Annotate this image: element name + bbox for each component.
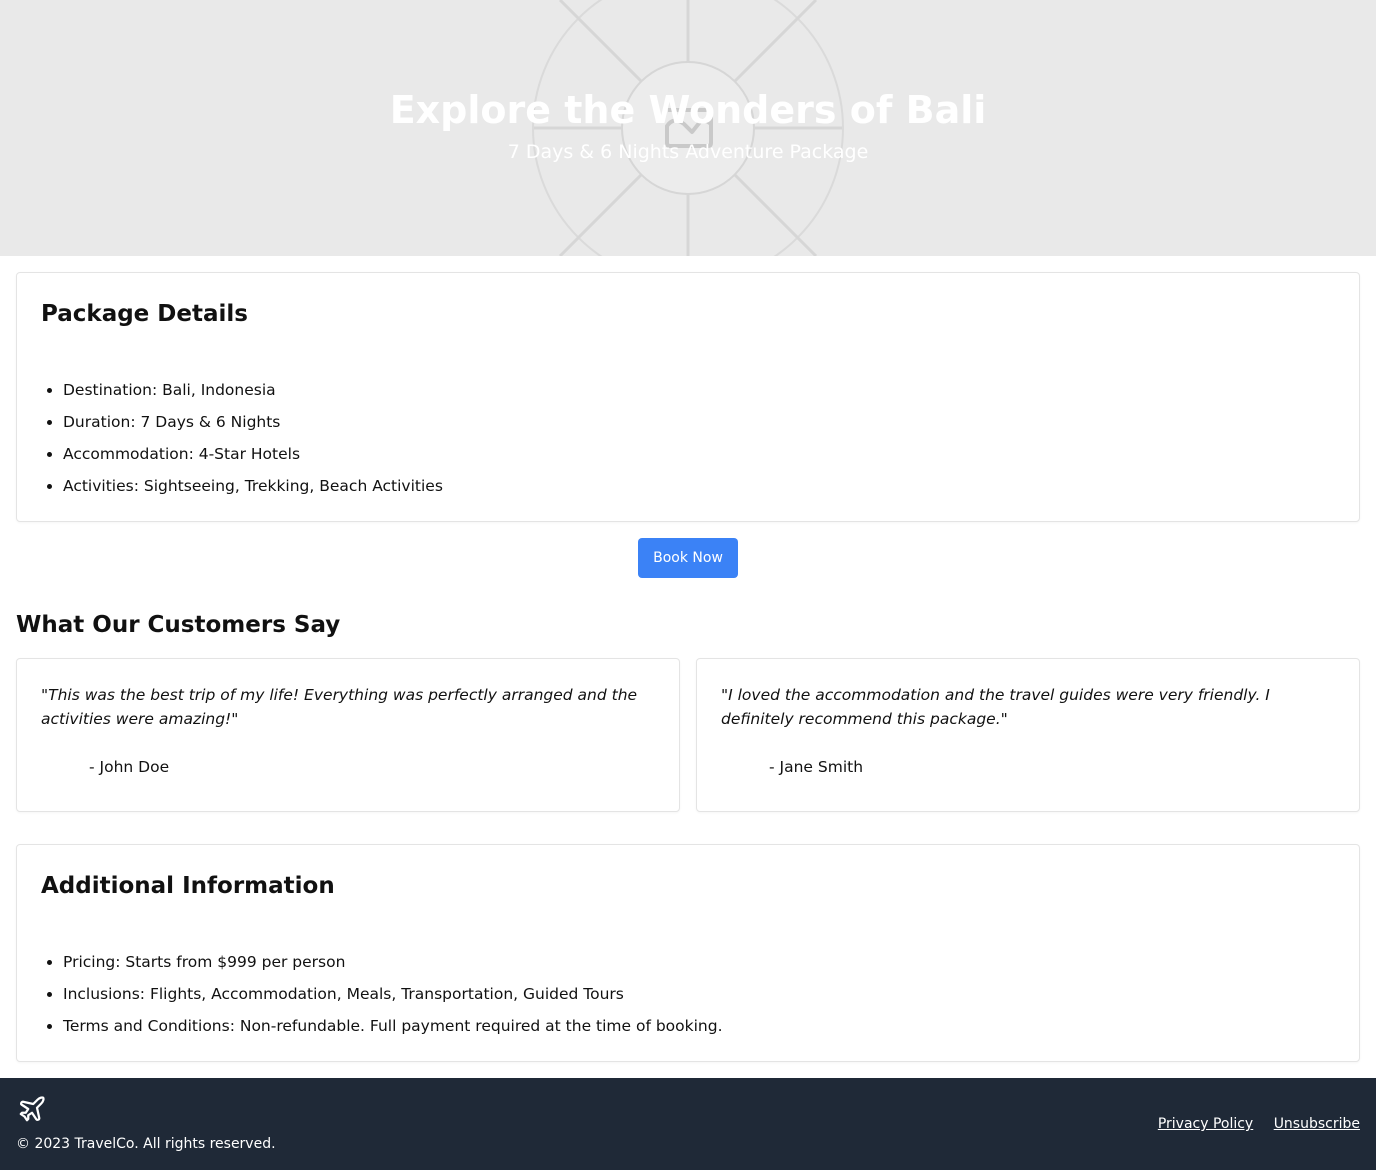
- list-item: Inclusions: Flights, Accommodation, Meal…: [63, 978, 723, 1010]
- list-item: Terms and Conditions: Non-refundable. Fu…: [63, 1010, 723, 1042]
- testimonial-card: "This was the best trip of my life! Ever…: [16, 658, 680, 812]
- package-details-card: Package Details Destination: Bali, Indon…: [16, 272, 1360, 522]
- book-now-button[interactable]: Book Now: [638, 538, 738, 578]
- list-item: Activities: Sightseeing, Trekking, Beach…: [63, 470, 443, 502]
- additional-info-list: Pricing: Starts from $999 per person Inc…: [63, 946, 723, 1042]
- footer: © 2023 TravelCo. All rights reserved. Pr…: [0, 1078, 1376, 1170]
- additional-info-heading: Additional Information: [41, 873, 335, 899]
- list-item: Accommodation: 4-Star Hotels: [63, 438, 443, 470]
- airplane-icon: [19, 1096, 45, 1122]
- testimonials-heading: What Our Customers Say: [16, 612, 341, 638]
- hero-subtitle: 7 Days & 6 Nights Adventure Package: [507, 141, 869, 163]
- additional-info-card: Additional Information Pricing: Starts f…: [16, 844, 1360, 1062]
- privacy-policy-link[interactable]: Privacy Policy: [1158, 1116, 1253, 1132]
- hero-title: Explore the Wonders of Bali: [389, 88, 987, 132]
- hero-banner: Explore the Wonders of Bali 7 Days & 6 N…: [0, 0, 1376, 256]
- package-details-list: Destination: Bali, Indonesia Duration: 7…: [63, 374, 443, 502]
- testimonial-card: "I loved the accommodation and the trave…: [696, 658, 1360, 812]
- testimonial-quote: "I loved the accommodation and the trave…: [721, 686, 1270, 728]
- list-item: Pricing: Starts from $999 per person: [63, 946, 723, 978]
- testimonial-quote: "This was the best trip of my life! Ever…: [41, 686, 638, 728]
- footer-links: Privacy Policy Unsubscribe: [1142, 1115, 1360, 1133]
- unsubscribe-link[interactable]: Unsubscribe: [1274, 1116, 1360, 1132]
- testimonial-author: - Jane Smith: [769, 758, 864, 776]
- testimonial-author: - John Doe: [89, 758, 170, 776]
- list-item: Destination: Bali, Indonesia: [63, 374, 443, 406]
- footer-copyright: © 2023 TravelCo. All rights reserved.: [16, 1136, 276, 1152]
- list-item: Duration: 7 Days & 6 Nights: [63, 406, 443, 438]
- package-details-heading: Package Details: [41, 301, 248, 327]
